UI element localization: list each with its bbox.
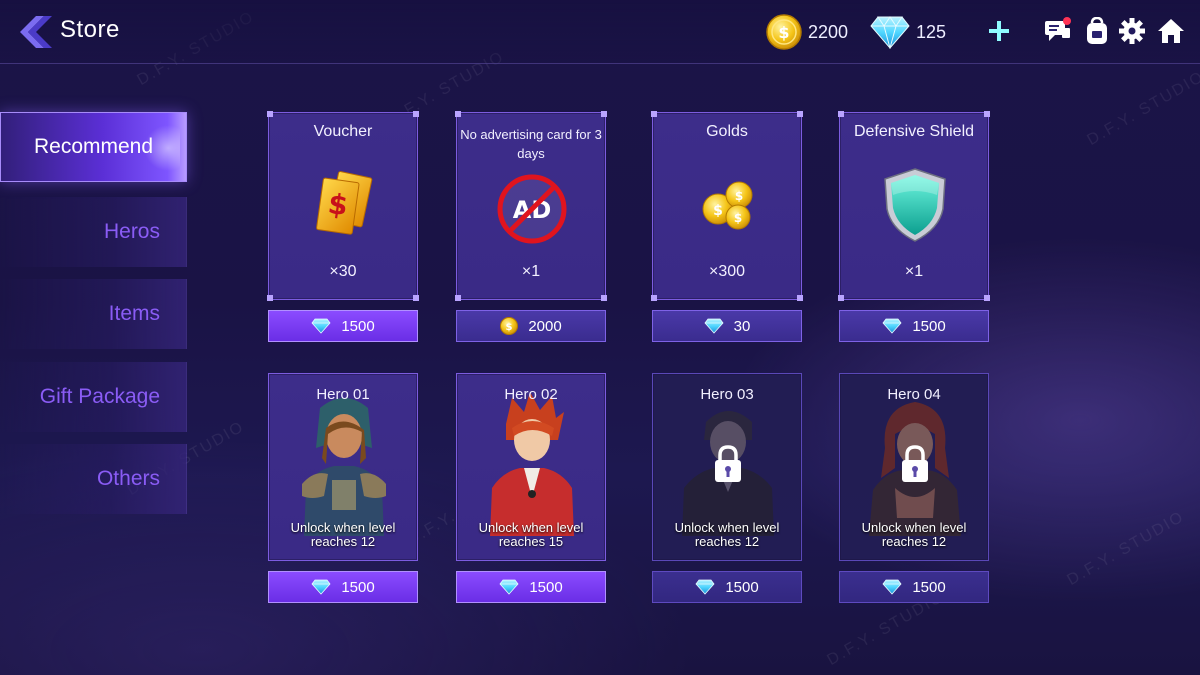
unlock-requirement: Unlock when level reaches 12 [861, 520, 967, 549]
item-card-voucher[interactable]: Voucher $ ×30 [267, 111, 419, 301]
tab-items[interactable]: Items [0, 279, 187, 349]
gold-amount: 2200 [808, 21, 849, 42]
svg-text:$: $ [713, 203, 723, 219]
backpack-icon[interactable] [1082, 16, 1112, 46]
diamond-icon [311, 318, 331, 334]
svg-text:$: $ [778, 23, 789, 42]
back-arrow-icon[interactable] [14, 12, 54, 52]
svg-text:$: $ [506, 322, 513, 333]
item-quantity: ×300 [708, 263, 746, 280]
price-label: 1500 [725, 578, 759, 596]
unlock-requirement: Unlock when level reaches 12 [290, 520, 396, 549]
diamond-icon [704, 318, 724, 334]
item-quantity: ×1 [904, 263, 924, 280]
top-bar: Store $ 2200 125 [0, 0, 1200, 64]
tab-gift-package[interactable]: Gift Package [0, 362, 187, 432]
item-quantity: ×1 [521, 263, 541, 280]
item-quantity: ×30 [329, 263, 357, 280]
unlock-requirement: Unlock when level reaches 12 [674, 520, 780, 549]
add-currency-icon[interactable] [984, 16, 1014, 46]
diamond-icon [499, 579, 519, 595]
hero-name: Hero 02 [504, 386, 558, 403]
buy-golds-button[interactable]: 30 [652, 310, 802, 342]
item-card-golds[interactable]: Golds $ $ $ ×300 [651, 111, 803, 301]
hero-name: Hero 04 [887, 386, 941, 403]
gem-balance: 125 [870, 14, 946, 50]
item-name: No advertising card for 3 days [460, 127, 602, 161]
item-name: Voucher [313, 123, 373, 140]
chat-icon[interactable] [1042, 16, 1072, 46]
tab-others[interactable]: Others [0, 444, 187, 514]
hero-name: Hero 01 [316, 386, 370, 403]
coin-stack-icon: $ $ $ [702, 181, 753, 230]
diamond-icon [311, 579, 331, 595]
item-card-shield[interactable]: Defensive Shield ×1 [838, 111, 990, 301]
buy-shield-button[interactable]: 1500 [839, 310, 989, 342]
hero-card-02[interactable]: Hero 02 Unlock when level reaches 15 [456, 373, 606, 561]
gem-amount: 125 [916, 21, 947, 42]
lock-icon [902, 445, 928, 482]
diamond-icon [870, 16, 910, 49]
svg-text:$: $ [734, 211, 742, 225]
hero-02-portrait [490, 392, 574, 536]
watermark-text: D.F.Y. STUDIO [1064, 508, 1188, 590]
no-ad-icon: AD [497, 174, 567, 244]
buy-no-ad-button[interactable]: $ 2000 [456, 310, 606, 342]
diamond-icon [882, 579, 902, 595]
item-card-no-ad[interactable]: No advertising card for 3 days AD ×1 [455, 111, 607, 301]
gold-balance: $ 2200 [766, 14, 848, 50]
buy-hero-03-button[interactable]: 1500 [652, 571, 802, 603]
gear-icon[interactable] [1117, 16, 1147, 46]
price-label: 1500 [341, 317, 375, 335]
price-label: 1500 [529, 578, 563, 596]
diamond-icon [695, 579, 715, 595]
gold-coin-icon: $ [500, 317, 519, 335]
lock-icon [715, 445, 741, 482]
gold-coin-icon: $ [766, 14, 802, 50]
shield-icon [884, 168, 946, 242]
price-label: 1500 [341, 578, 375, 596]
hero-card-01[interactable]: Hero 01 Unlock when level reaches 12 [268, 373, 418, 561]
price-label: 1500 [912, 578, 946, 596]
buy-hero-04-button[interactable]: 1500 [839, 571, 989, 603]
item-name: Defensive Shield [853, 123, 975, 140]
buy-hero-02-button[interactable]: 1500 [456, 571, 606, 603]
hero-card-03[interactable]: Hero 03 Unlock when level reaches 12 [652, 373, 802, 561]
unlock-requirement: Unlock when level reaches 15 [478, 520, 584, 549]
buy-voucher-button[interactable]: 1500 [268, 310, 418, 342]
page-title: Store [60, 16, 120, 43]
hero-card-04[interactable]: Hero 04 Unlock when level reaches 12 [839, 373, 989, 561]
price-label: 30 [733, 317, 751, 335]
home-icon[interactable] [1156, 16, 1186, 46]
watermark-text: D.F.Y. STUDIO [1084, 68, 1200, 150]
tab-heros[interactable]: Heros [0, 197, 187, 267]
price-label: 2000 [528, 317, 562, 335]
price-label: 1500 [912, 317, 946, 335]
item-name: Golds [706, 123, 748, 140]
hero-01-portrait [302, 398, 386, 536]
hero-name: Hero 03 [700, 386, 754, 403]
diamond-icon [882, 318, 902, 334]
tab-recommend[interactable]: Recommend [0, 112, 187, 182]
svg-text:$: $ [735, 189, 743, 203]
voucher-icon: $ [316, 171, 373, 235]
buy-hero-01-button[interactable]: 1500 [268, 571, 418, 603]
